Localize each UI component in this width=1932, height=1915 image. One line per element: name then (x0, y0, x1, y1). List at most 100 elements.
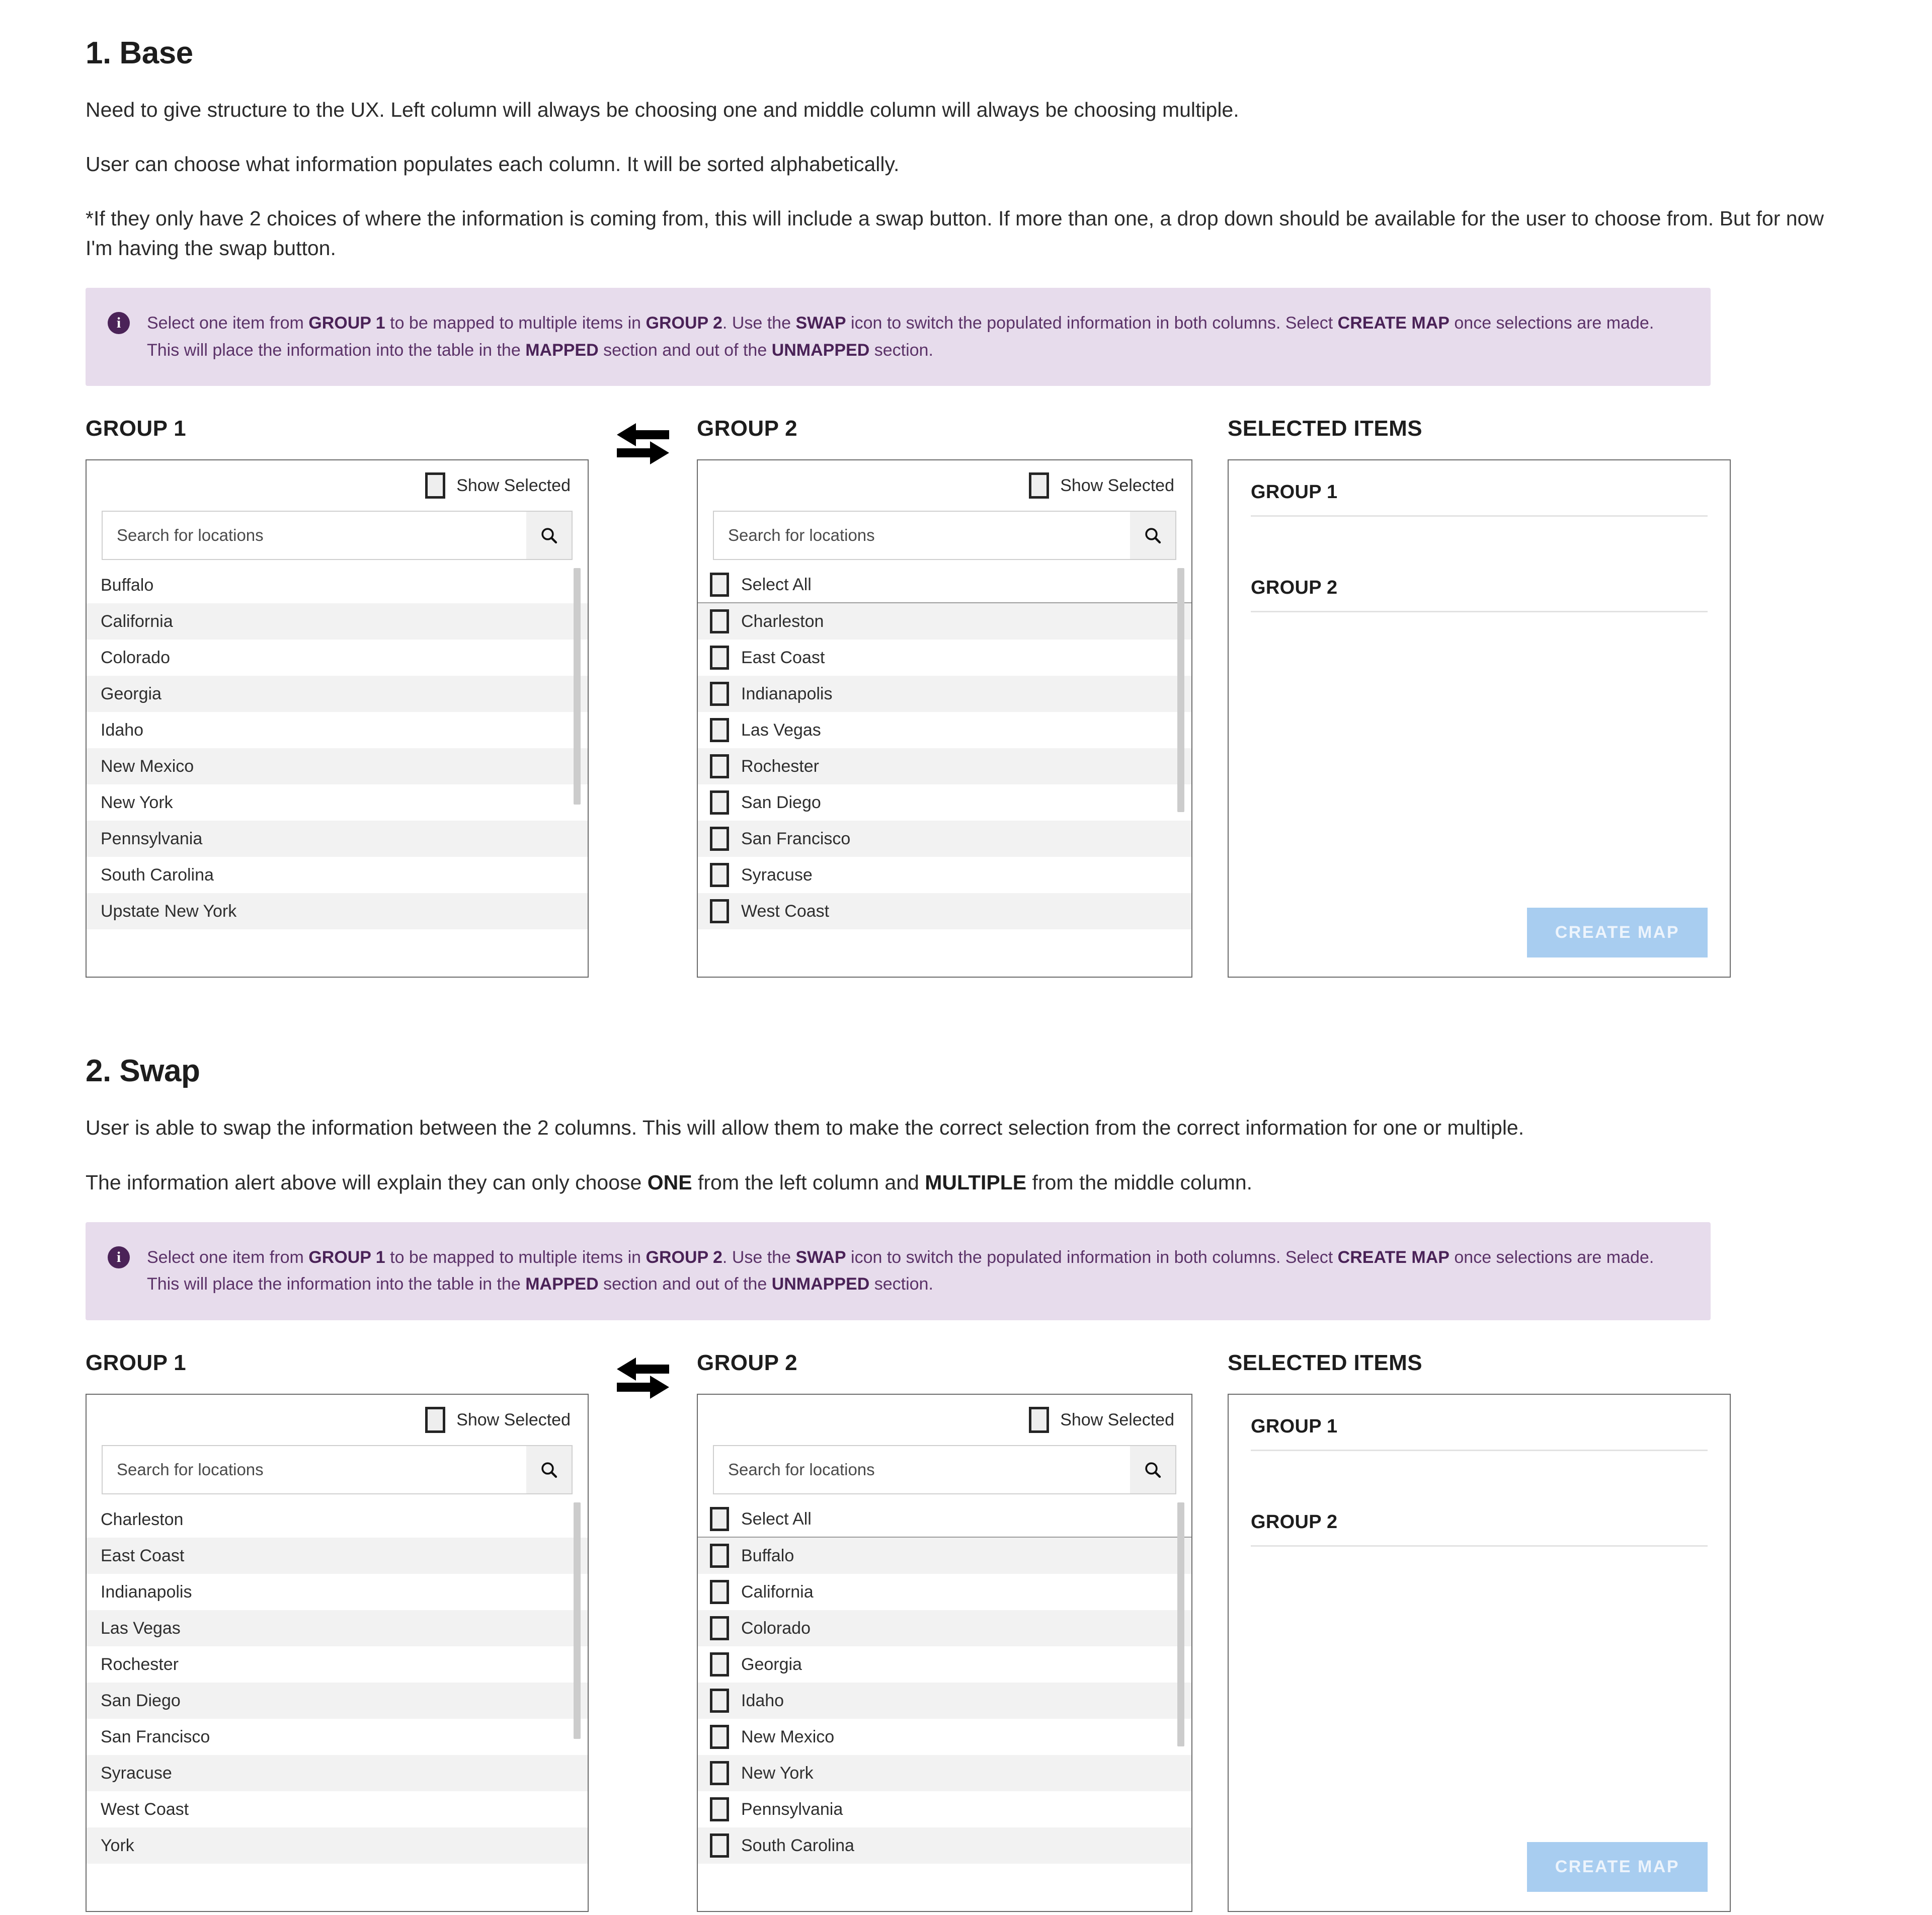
list-item-checkbox[interactable] (710, 1544, 729, 1568)
list-item[interactable]: Colorado (87, 640, 588, 676)
list-item-checkbox[interactable] (710, 863, 729, 888)
list-item[interactable]: Indianapolis (698, 676, 1191, 712)
list-item-checkbox[interactable] (710, 682, 729, 706)
group2-show-selected-row[interactable]: Show Selected (713, 472, 1176, 499)
list-item[interactable]: New York (698, 1755, 1191, 1792)
list-item[interactable]: Syracuse (698, 857, 1191, 894)
group2-list[interactable]: Select All Buffalo California Colorado Georg… (698, 1501, 1191, 1904)
search-input[interactable] (102, 1445, 526, 1495)
list-item-checkbox[interactable] (710, 646, 729, 670)
list-item[interactable]: West Coast (87, 1791, 588, 1828)
search-button[interactable] (1130, 1445, 1176, 1495)
list-item[interactable]: New York (87, 784, 588, 821)
list-item-checkbox[interactable] (710, 1761, 729, 1786)
list-item[interactable]: York (87, 1827, 588, 1864)
list-item[interactable]: California (698, 1574, 1191, 1611)
search-button[interactable] (526, 511, 573, 561)
group1-show-selected-row[interactable]: Show Selected (102, 1407, 573, 1433)
list-item[interactable]: Idaho (698, 1683, 1191, 1719)
list-item[interactable]: Pennsylvania (698, 1791, 1191, 1828)
group1-list[interactable]: Buffalo California Colorado Georgia Idaho New… (87, 567, 588, 970)
list-item-checkbox[interactable] (710, 827, 729, 851)
search-icon (541, 528, 557, 544)
list-item[interactable]: South Carolina (87, 857, 588, 894)
list-item[interactable]: West Coast (698, 893, 1191, 930)
group1-list[interactable]: Charleston East Coast Indianapolis Las Vega… (87, 1501, 588, 1904)
list-item-checkbox[interactable] (710, 1797, 729, 1822)
list-item[interactable]: Las Vegas (87, 1610, 588, 1647)
list-item[interactable]: San Diego (698, 784, 1191, 821)
list-item-label: Rochester (101, 1654, 179, 1674)
alert-bold-createmap: CREATE MAP (1337, 313, 1450, 333)
list-item[interactable]: Upstate New York (87, 893, 588, 930)
select-all-checkbox[interactable] (710, 573, 729, 597)
group2-scrollbar[interactable] (1177, 1501, 1184, 1904)
list-item[interactable]: Rochester (698, 748, 1191, 785)
group2-scrollbar[interactable] (1177, 567, 1184, 970)
swap-icon[interactable] (613, 416, 673, 471)
show-selected-checkbox[interactable] (425, 1407, 446, 1433)
list-item-checkbox[interactable] (710, 1725, 729, 1749)
select-all-label: Select All (741, 1509, 812, 1529)
show-selected-checkbox[interactable] (425, 472, 446, 499)
select-all-checkbox[interactable] (710, 1507, 729, 1532)
scrollbar-thumb[interactable] (574, 1502, 581, 1739)
list-item[interactable]: San Francisco (87, 1719, 588, 1756)
list-item-label: Pennsylvania (741, 1799, 843, 1819)
search-button[interactable] (1130, 511, 1176, 561)
list-item[interactable]: Charleston (698, 603, 1191, 640)
list-item[interactable]: Idaho (87, 712, 588, 749)
list-item[interactable]: East Coast (87, 1538, 588, 1574)
list-item[interactable]: San Francisco (698, 821, 1191, 857)
list-item-checkbox[interactable] (710, 1652, 729, 1677)
list-item-checkbox[interactable] (710, 1689, 729, 1713)
scrollbar-thumb[interactable] (1177, 568, 1184, 813)
list-item[interactable]: Indianapolis (87, 1574, 588, 1611)
swap-icon[interactable] (613, 1350, 673, 1406)
list-item[interactable]: Buffalo (87, 567, 588, 604)
selected-group1-title: GROUP 1 (1251, 482, 1338, 503)
group2-list[interactable]: Select All Charleston East Coast Indianapol… (698, 567, 1191, 970)
swap-gap (589, 416, 697, 471)
group1-scrollbar[interactable] (574, 567, 581, 970)
create-map-button[interactable]: CREATE MAP (1526, 1842, 1708, 1892)
list-item-checkbox[interactable] (710, 609, 729, 634)
show-selected-checkbox[interactable] (1029, 1407, 1050, 1433)
list-item[interactable]: Georgia (698, 1646, 1191, 1683)
search-input[interactable] (713, 511, 1130, 561)
list-item[interactable]: South Carolina (698, 1827, 1191, 1864)
select-all-row[interactable]: Select All (698, 1501, 1191, 1538)
list-item[interactable]: Syracuse (87, 1755, 588, 1792)
select-all-row[interactable]: Select All (698, 567, 1191, 604)
search-input[interactable] (102, 511, 526, 561)
list-item-checkbox[interactable] (710, 754, 729, 779)
list-item[interactable]: Buffalo (698, 1538, 1191, 1574)
list-item[interactable]: Colorado (698, 1610, 1191, 1647)
list-item-checkbox[interactable] (710, 790, 729, 815)
list-item[interactable]: East Coast (698, 640, 1191, 676)
list-item[interactable]: California (87, 603, 588, 640)
list-item-checkbox[interactable] (710, 1616, 729, 1641)
show-selected-checkbox[interactable] (1029, 472, 1050, 499)
list-item[interactable]: Charleston (87, 1501, 588, 1538)
search-button[interactable] (526, 1445, 573, 1495)
list-item[interactable]: New Mexico (87, 748, 588, 785)
list-item-checkbox[interactable] (710, 1580, 729, 1605)
list-item[interactable]: Pennsylvania (87, 821, 588, 857)
scrollbar-thumb[interactable] (1177, 1502, 1184, 1747)
group2-show-selected-row[interactable]: Show Selected (713, 1407, 1176, 1433)
list-item-checkbox[interactable] (710, 899, 729, 924)
list-item-checkbox[interactable] (710, 718, 729, 743)
search-input[interactable] (713, 1445, 1130, 1495)
group1-show-selected-row[interactable]: Show Selected (102, 472, 573, 499)
alert-part: Select one item from (147, 313, 309, 333)
create-map-button[interactable]: CREATE MAP (1526, 908, 1708, 958)
list-item[interactable]: Las Vegas (698, 712, 1191, 749)
list-item-checkbox[interactable] (710, 1833, 729, 1858)
list-item[interactable]: Rochester (87, 1646, 588, 1683)
group1-scrollbar[interactable] (574, 1501, 581, 1904)
list-item[interactable]: San Diego (87, 1683, 588, 1719)
list-item[interactable]: Georgia (87, 676, 588, 712)
list-item[interactable]: New Mexico (698, 1719, 1191, 1756)
scrollbar-thumb[interactable] (574, 568, 581, 805)
